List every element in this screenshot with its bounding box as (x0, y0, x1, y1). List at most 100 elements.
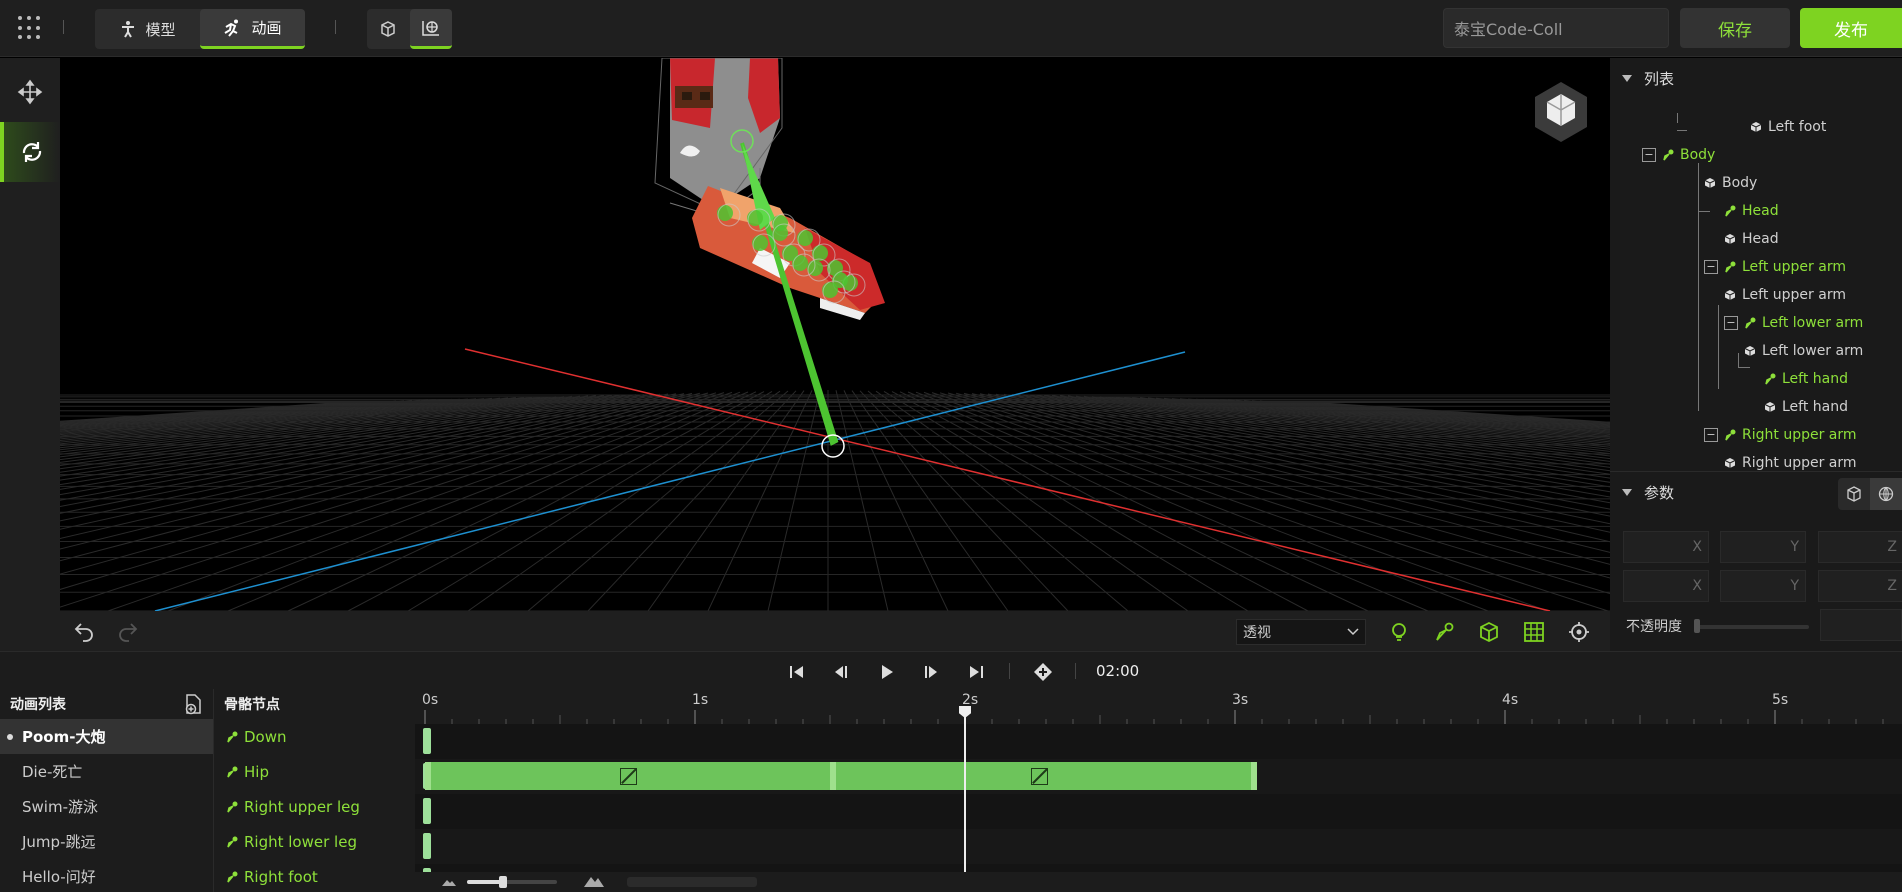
collapse-toggle-icon[interactable]: − (1704, 259, 1718, 274)
skip-to-end-button[interactable] (965, 661, 987, 683)
collapse-toggle-icon[interactable]: − (1642, 147, 1656, 162)
add-animation-icon[interactable] (183, 693, 203, 715)
timeline[interactable]: 0s 1s 2s 3s 4s 5s (415, 689, 1902, 892)
opacity-slider[interactable] (1697, 625, 1809, 629)
zoom-in-icon[interactable] (583, 874, 605, 888)
bone-list-item[interactable]: Right upper leg (214, 789, 415, 824)
next-frame-button[interactable] (920, 661, 942, 683)
publish-button[interactable]: 发布 (1800, 8, 1902, 48)
animation-item[interactable]: Jump-跳远 (0, 824, 213, 859)
tree-node-bone[interactable]: − Right upper arm (1704, 421, 1857, 448)
project-name-input[interactable] (1443, 8, 1669, 48)
timeline-track[interactable] (415, 829, 1902, 864)
bone-list-item[interactable]: Right lower leg (214, 824, 415, 859)
mesh-toggle[interactable] (1476, 619, 1502, 645)
keyframe-handle[interactable] (1250, 762, 1257, 790)
view-cube-button[interactable] (367, 9, 410, 49)
tree-node-mesh[interactable]: Head (1724, 225, 1779, 252)
nav-cube-icon[interactable] (1532, 80, 1590, 144)
bone-list-label: Hip (244, 762, 269, 781)
keyframe-handle[interactable] (425, 762, 431, 790)
bone-list-item[interactable]: Hip (214, 754, 415, 789)
projection-select[interactable]: 透视 (1236, 619, 1366, 645)
position-z-field[interactable]: Z (1818, 531, 1902, 563)
tree-node-bone[interactable]: Head (1724, 197, 1779, 224)
redo-button[interactable] (116, 619, 140, 643)
opacity-input[interactable] (1820, 609, 1902, 641)
horizontal-scrollbar[interactable] (627, 877, 757, 887)
playhead[interactable] (964, 706, 966, 892)
time-ruler[interactable]: 0s 1s 2s 3s 4s 5s (415, 689, 1902, 724)
rotate-tool[interactable] (0, 122, 60, 182)
animation-item[interactable]: Swim-游泳 (0, 789, 213, 824)
opacity-slider-handle[interactable] (1694, 619, 1700, 633)
3d-viewport[interactable] (60, 58, 1610, 611)
bone-list-label: Right lower leg (244, 832, 357, 851)
world-space-button[interactable] (1870, 478, 1902, 510)
left-toolbar (0, 58, 60, 651)
divider (1009, 663, 1010, 679)
rotation-z-field[interactable]: Z (1818, 570, 1902, 602)
view-globe-button[interactable] (409, 9, 452, 49)
ground-grid (60, 390, 1610, 611)
tree-node-mesh[interactable]: Left hand (1764, 393, 1848, 420)
save-button[interactable]: 保存 (1680, 8, 1790, 48)
bone-list-item[interactable]: Right foot (214, 859, 415, 892)
timeline-track[interactable] (415, 724, 1902, 759)
keyframe-add-icon (1034, 663, 1052, 681)
tree-node-mesh[interactable]: Body (1704, 169, 1757, 196)
tree-node-mesh[interactable]: Left upper arm (1724, 281, 1846, 308)
light-toggle[interactable] (1386, 619, 1412, 645)
collapse-toggle-icon[interactable]: − (1704, 427, 1718, 442)
tree-node-bone[interactable]: − Body (1642, 141, 1715, 168)
tab-animation[interactable]: 动画 (200, 9, 305, 49)
keyframe-marker[interactable] (423, 728, 431, 754)
tree-node-bone[interactable]: − Left lower arm (1724, 309, 1863, 336)
tree-node-bone[interactable]: Left hand (1764, 365, 1848, 392)
bone-toggle[interactable] (1431, 619, 1457, 645)
caret-down-icon (1622, 74, 1632, 82)
ruler-tick-label: 1s (692, 692, 709, 708)
focus-toggle[interactable] (1566, 619, 1592, 645)
move-tool[interactable] (0, 62, 60, 122)
interpolation-icon[interactable] (1031, 768, 1049, 785)
timeline-track[interactable] (415, 759, 1902, 794)
ruler-tick-label: 3s (1232, 692, 1249, 708)
animation-item[interactable]: Poom-大炮 (0, 719, 213, 754)
undo-button[interactable] (72, 619, 96, 643)
tree-node-mesh[interactable]: Left foot (1750, 113, 1826, 140)
tree-node-mesh[interactable]: Right upper arm (1724, 449, 1857, 471)
keyframe-marker[interactable] (423, 798, 431, 824)
scene-canvas[interactable] (60, 58, 1610, 611)
tree-header[interactable]: 列表 (1610, 58, 1902, 98)
tab-model[interactable]: 模型 (95, 9, 200, 49)
animation-item[interactable]: Hello-问好 (0, 859, 213, 892)
tree-node-bone[interactable]: − Left upper arm (1704, 253, 1846, 280)
add-keyframe-button[interactable] (1032, 661, 1054, 683)
bone-list-item[interactable]: Down (214, 719, 415, 754)
prev-frame-button[interactable] (830, 661, 852, 683)
local-space-button[interactable] (1838, 478, 1870, 510)
apps-grid-icon[interactable] (18, 16, 42, 40)
bone-icon (227, 801, 238, 812)
tree-title: 列表 (1644, 69, 1675, 88)
rotation-x-field[interactable]: X (1623, 570, 1709, 602)
rotation-y-field[interactable]: Y (1720, 570, 1806, 602)
timeline-track[interactable] (415, 794, 1902, 829)
position-x-field[interactable]: X (1623, 531, 1709, 563)
bone-icon (1765, 373, 1776, 384)
zoom-slider-handle[interactable] (499, 876, 507, 888)
keyframe-handle[interactable] (830, 762, 836, 790)
interpolation-icon[interactable] (619, 768, 637, 785)
skip-to-start-button[interactable] (786, 661, 808, 683)
play-button[interactable] (875, 661, 897, 683)
grid-toggle[interactable] (1521, 619, 1547, 645)
caret-down-icon (1622, 488, 1632, 496)
collapse-toggle-icon[interactable]: − (1724, 315, 1738, 330)
animation-item[interactable]: Die-死亡 (0, 754, 213, 789)
keyframe-marker[interactable] (423, 833, 431, 859)
position-y-field[interactable]: Y (1720, 531, 1806, 563)
tree-node-mesh[interactable]: Left lower arm (1744, 337, 1863, 364)
zoom-out-icon[interactable] (441, 877, 457, 887)
animation-clip[interactable] (425, 762, 1257, 790)
